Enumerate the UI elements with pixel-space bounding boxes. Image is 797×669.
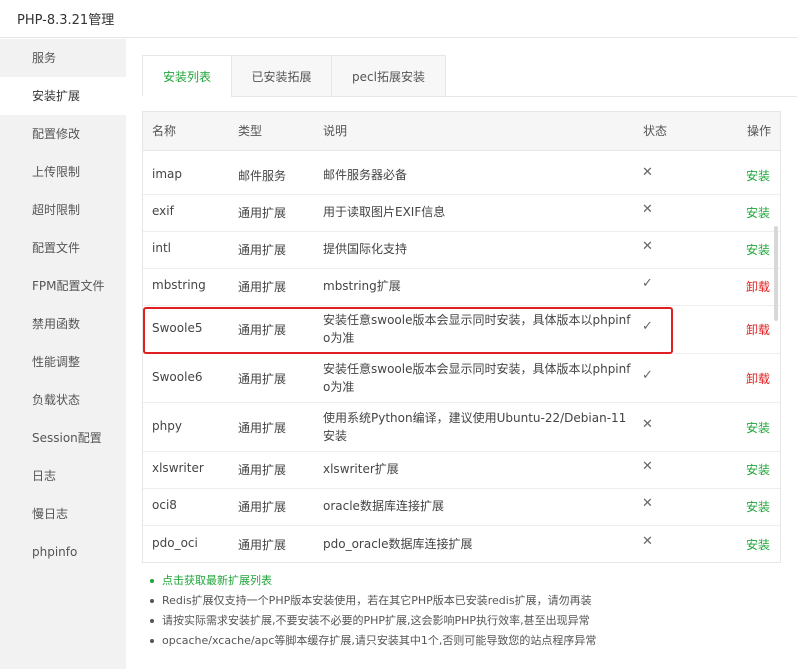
uninstall-button[interactable]: 卸载 — [746, 321, 770, 338]
extension-name: pdo_oci — [152, 536, 198, 550]
extension-type: 邮件服务 — [238, 169, 287, 183]
help-note: opcache/xcache/apc等脚本缓存扩展,请只安装其中1个,否则可能导… — [148, 631, 788, 651]
extension-description: oracle数据库连接扩展 — [323, 499, 444, 513]
status-not-installed-icon: ✕ — [642, 239, 653, 254]
sidebar-item-log[interactable]: 日志 — [0, 457, 126, 495]
extension-name: oci8 — [152, 498, 177, 512]
sidebar-item-load-status[interactable]: 负载状态 — [0, 381, 126, 419]
help-note: Redis扩展仅支持一个PHP版本安装使用，若在其它PHP版本已安装redis扩… — [148, 591, 788, 611]
status-not-installed-icon: ✕ — [642, 202, 653, 217]
install-button[interactable]: 安装 — [746, 461, 770, 478]
main-panel: 安装列表 已安装拓展 pecl拓展安装 名称 类型 说明 状态 操作 imap … — [126, 39, 797, 669]
column-header-type: 类型 — [238, 124, 263, 138]
extension-description: mbstring扩展 — [323, 279, 401, 293]
status-not-installed-icon: ✕ — [642, 534, 653, 549]
extension-name: imap — [152, 167, 182, 181]
extension-description: 安装任意swoole版本会显示同时安装，具体版本以phpinfo为准 — [323, 362, 631, 394]
sidebar-item-service[interactable]: 服务 — [0, 39, 126, 77]
extension-description: 提供国际化支持 — [323, 242, 408, 256]
table-row: phpy 通用扩展 使用系统Python编译，建议使用Ubuntu-22/Deb… — [143, 402, 780, 452]
extension-description: xlswriter扩展 — [323, 462, 399, 476]
extension-name: xlswriter — [152, 461, 204, 475]
extension-description: 用于读取图片EXIF信息 — [323, 205, 446, 219]
sidebar-item-phpinfo[interactable]: phpinfo — [0, 533, 126, 571]
table-row: mbstring 通用扩展 mbstring扩展 ✓ 卸载 — [143, 268, 780, 306]
column-header-status: 状态 — [643, 124, 668, 138]
install-button[interactable]: 安装 — [746, 241, 770, 258]
column-header-name: 名称 — [152, 124, 177, 138]
extension-type: 通用扩展 — [238, 372, 287, 386]
sidebar-item-install-extension[interactable]: 安装扩展 — [0, 77, 126, 115]
refresh-extension-list-link[interactable]: 点击获取最新扩展列表 — [148, 571, 788, 591]
help-note: 请按实际需求安装扩展,不要安装不必要的PHP扩展,这会影响PHP执行效率,甚至出… — [148, 611, 788, 631]
install-button[interactable]: 安装 — [746, 536, 770, 553]
extension-type: 通用扩展 — [238, 421, 287, 435]
sidebar-item-config-file[interactable]: 配置文件 — [0, 229, 126, 267]
column-header-description: 说明 — [323, 124, 348, 138]
extension-type: 通用扩展 — [238, 538, 287, 552]
extension-name: Swoole6 — [152, 370, 203, 384]
sidebar-item-fpm-config[interactable]: FPM配置文件 — [0, 267, 126, 305]
extension-type: 通用扩展 — [238, 280, 287, 294]
sidebar-item-performance[interactable]: 性能调整 — [0, 343, 126, 381]
table-row: oci8 通用扩展 oracle数据库连接扩展 ✕ 安装 — [143, 488, 780, 526]
sidebar-item-slow-log[interactable]: 慢日志 — [0, 495, 126, 533]
sidebar-item-session-config[interactable]: Session配置 — [0, 419, 126, 457]
help-notes: 点击获取最新扩展列表 Redis扩展仅支持一个PHP版本安装使用，若在其它PHP… — [148, 571, 788, 651]
extension-type: 通用扩展 — [238, 463, 287, 477]
extension-name: phpy — [152, 419, 182, 433]
table-header: 名称 类型 说明 状态 操作 — [143, 112, 780, 151]
install-button[interactable]: 安装 — [746, 419, 770, 436]
install-button[interactable]: 安装 — [746, 498, 770, 515]
status-not-installed-icon: ✕ — [642, 496, 653, 511]
extension-name: mbstring — [152, 278, 206, 292]
highlight-box — [143, 307, 673, 354]
status-not-installed-icon: ✕ — [642, 459, 653, 474]
table-row: pdo_oci 通用扩展 pdo_oracle数据库连接扩展 ✕ 安装 — [143, 525, 780, 562]
extension-name: intl — [152, 241, 171, 255]
status-installed-icon: ✓ — [642, 368, 653, 383]
window-title: PHP-8.3.21管理 — [17, 13, 115, 28]
sidebar-item-disabled-functions[interactable]: 禁用函数 — [0, 305, 126, 343]
sidebar-item-timeout-limit[interactable]: 超时限制 — [0, 191, 126, 229]
table-scrollbar[interactable] — [774, 226, 778, 321]
table-row: Swoole6 通用扩展 安装任意swoole版本会显示同时安装，具体版本以ph… — [143, 353, 780, 403]
table-row: xlswriter 通用扩展 xlswriter扩展 ✕ 安装 — [143, 451, 780, 489]
table-row: imap 邮件服务 邮件服务器必备 ✕ 安装 — [143, 157, 780, 195]
extension-description: pdo_oracle数据库连接扩展 — [323, 537, 473, 551]
tab-install-list[interactable]: 安装列表 — [142, 55, 232, 97]
tab-pecl-install[interactable]: pecl拓展安装 — [331, 55, 446, 97]
sidebar-item-config-edit[interactable]: 配置修改 — [0, 115, 126, 153]
extension-description: 使用系统Python编译，建议使用Ubuntu-22/Debian-11安装 — [323, 411, 627, 443]
extension-type: 通用扩展 — [238, 500, 287, 514]
table-row: intl 通用扩展 提供国际化支持 ✕ 安装 — [143, 231, 780, 269]
uninstall-button[interactable]: 卸载 — [746, 370, 770, 387]
install-button[interactable]: 安装 — [746, 167, 770, 184]
table-row: exif 通用扩展 用于读取图片EXIF信息 ✕ 安装 — [143, 194, 780, 232]
extension-description: 邮件服务器必备 — [323, 168, 408, 182]
status-not-installed-icon: ✕ — [642, 417, 653, 432]
status-installed-icon: ✓ — [642, 276, 653, 291]
window-titlebar: PHP-8.3.21管理 — [0, 0, 797, 38]
uninstall-button[interactable]: 卸载 — [746, 278, 770, 295]
extension-type: 通用扩展 — [238, 206, 287, 220]
sidebar-item-upload-limit[interactable]: 上传限制 — [0, 153, 126, 191]
sidebar: 服务 安装扩展 配置修改 上传限制 超时限制 配置文件 FPM配置文件 禁用函数… — [0, 39, 126, 669]
extension-type: 通用扩展 — [238, 243, 287, 257]
status-not-installed-icon: ✕ — [642, 165, 653, 180]
install-button[interactable]: 安装 — [746, 204, 770, 221]
extension-name: exif — [152, 204, 174, 218]
column-header-action: 操作 — [747, 124, 772, 138]
tab-installed-extensions[interactable]: 已安装拓展 — [231, 55, 332, 97]
